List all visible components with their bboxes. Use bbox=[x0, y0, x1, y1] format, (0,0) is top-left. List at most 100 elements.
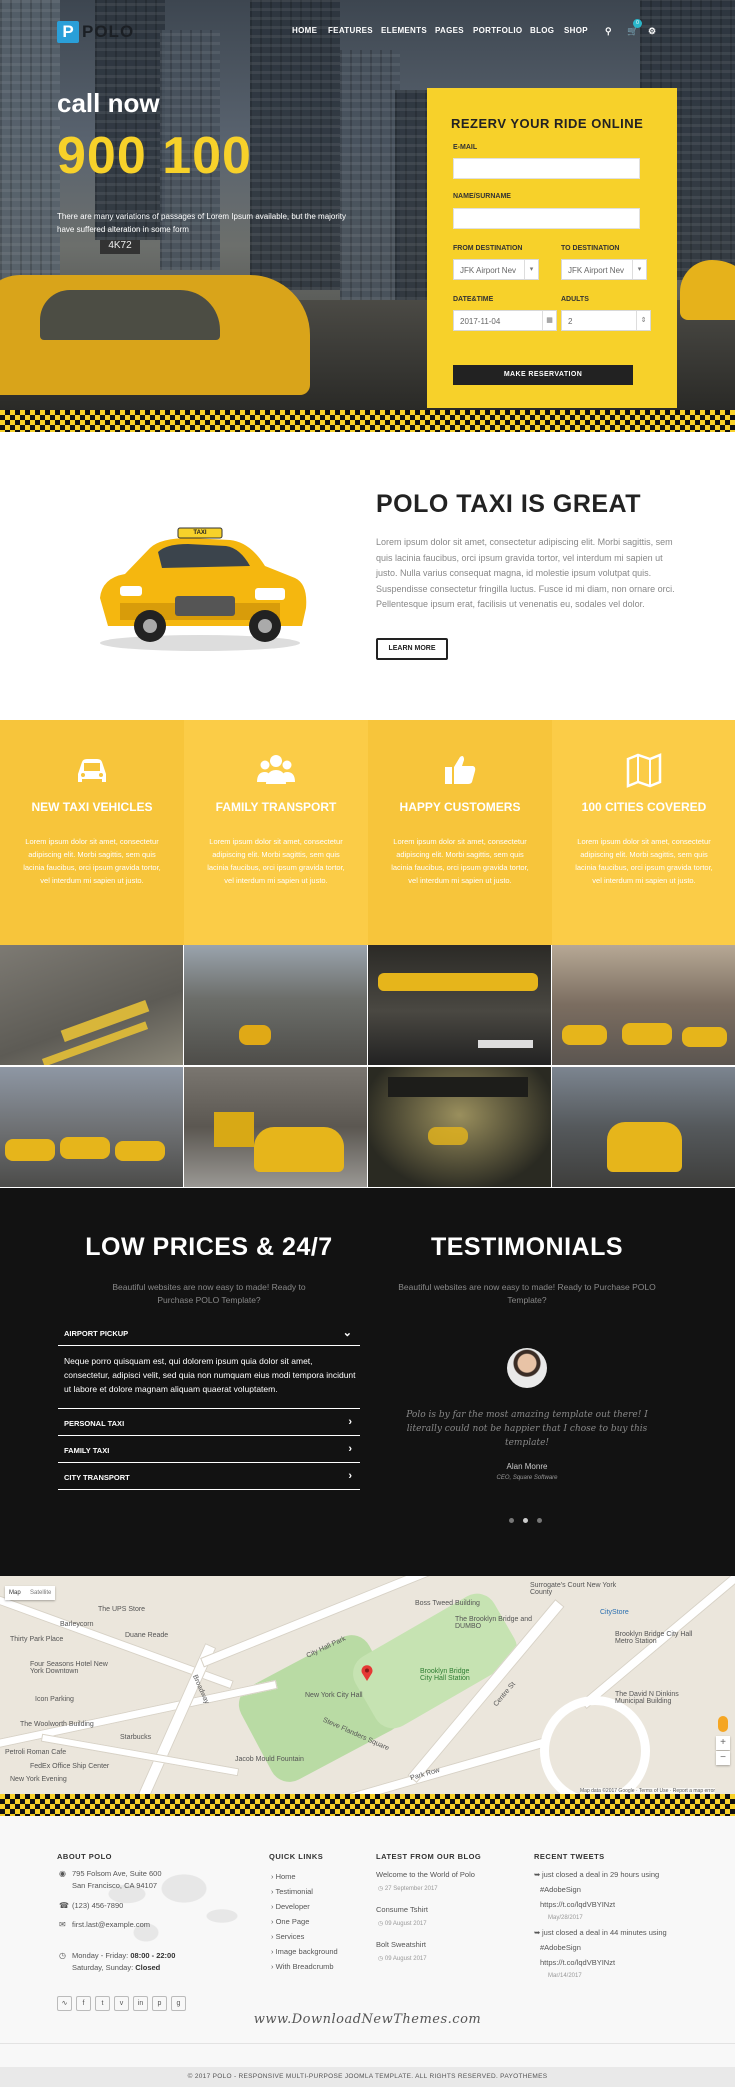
tweet-hashtag[interactable]: #AdobeSign bbox=[540, 1942, 581, 1954]
gallery-photo[interactable] bbox=[368, 945, 551, 1065]
map-label: Starbucks bbox=[120, 1734, 152, 1741]
facebook-icon[interactable]: f bbox=[76, 1996, 91, 2011]
nav-portfolio[interactable]: PORTFOLIO bbox=[473, 26, 522, 35]
nav-shop[interactable]: SHOP bbox=[564, 26, 588, 35]
chevron-down-icon: ▾ bbox=[632, 260, 646, 279]
pinterest-icon[interactable]: p bbox=[152, 1996, 167, 2011]
gallery-photo[interactable] bbox=[184, 945, 367, 1065]
feature-100-cities: 100 CITIES COVERED Lorem ipsum dolor sit… bbox=[552, 720, 735, 945]
chevron-right-icon: › bbox=[348, 1416, 352, 1428]
tweet-link[interactable]: https://t.co/lqdVBYINzt bbox=[540, 1957, 615, 1969]
quick-link[interactable]: › Developer bbox=[271, 1901, 310, 1913]
settings-icon[interactable]: ⚙ bbox=[648, 26, 656, 37]
map-tab-satellite[interactable]: Satellite bbox=[30, 1590, 51, 1596]
map-label: Boss Tweed Building bbox=[415, 1600, 480, 1607]
google-plus-icon[interactable]: g bbox=[171, 1996, 186, 2011]
make-reservation-button[interactable]: MAKE RESERVATION bbox=[453, 365, 633, 385]
zoom-in-button[interactable]: + bbox=[716, 1736, 730, 1750]
feature-title: 100 CITIES COVERED bbox=[581, 800, 707, 814]
accordion-family-taxi[interactable]: FAMILY TAXI › bbox=[58, 1437, 360, 1463]
feature-text: Lorem ipsum dolor sit amet, consectetur … bbox=[207, 837, 345, 885]
quick-link[interactable]: › With Breadcrumb bbox=[271, 1961, 334, 1973]
map-tab-map[interactable]: Map bbox=[9, 1590, 21, 1596]
nav-elements[interactable]: ELEMENTS bbox=[381, 26, 427, 35]
to-value: JFK Airport Nev bbox=[568, 266, 625, 275]
chevron-down-icon: ▾ bbox=[524, 260, 538, 279]
quick-link[interactable]: › Testimonial bbox=[271, 1886, 313, 1898]
blog-post-title[interactable]: Bolt Sweatshirt bbox=[376, 1939, 426, 1951]
email-field[interactable] bbox=[453, 158, 640, 179]
nav-pages[interactable]: PAGES bbox=[435, 26, 464, 35]
map-label: The Brooklyn Bridge and DUMBO bbox=[455, 1616, 533, 1630]
quick-link[interactable]: › Services bbox=[271, 1931, 304, 1943]
map-label: Thirty Park Place bbox=[10, 1636, 64, 1643]
footer-blog-title: LATEST FROM OUR BLOG bbox=[376, 1852, 482, 1861]
footer-email[interactable]: first.last@example.com bbox=[72, 1919, 150, 1931]
map[interactable]: Map Satellite The UPS Store Barleycorn T… bbox=[0, 1576, 735, 1794]
logo-icon[interactable]: P bbox=[57, 21, 79, 43]
learn-more-button[interactable]: LEARN MORE bbox=[376, 638, 448, 660]
email-label: E-MAIL bbox=[453, 144, 478, 151]
tweet-link[interactable]: https://t.co/lqdVBYINzt bbox=[540, 1899, 615, 1911]
car-icon bbox=[72, 750, 112, 790]
nav-blog[interactable]: BLOG bbox=[530, 26, 554, 35]
gallery-photo[interactable] bbox=[552, 1067, 735, 1187]
hero-call-text: call now bbox=[57, 88, 160, 118]
stepper-arrows-icon[interactable]: ⇕ bbox=[636, 311, 650, 330]
from-select[interactable]: JFK Airport Nev ▾ bbox=[453, 259, 539, 280]
reservation-title: REZERV YOUR RIDE ONLINE bbox=[451, 116, 644, 131]
location-icon: ◉ bbox=[59, 1869, 66, 1878]
gallery-photo[interactable] bbox=[552, 945, 735, 1065]
about-text: Lorem ipsum dolor sit amet, consectetur … bbox=[376, 537, 675, 609]
feature-title: NEW TAXI VEHICLES bbox=[31, 800, 153, 814]
accordion-city-transport[interactable]: CITY TRANSPORT › bbox=[58, 1464, 360, 1490]
pegman-icon[interactable] bbox=[718, 1716, 728, 1732]
twitter-icon: ➥ bbox=[534, 1870, 541, 1879]
quick-link[interactable]: › One Page bbox=[271, 1916, 309, 1928]
hero-phone[interactable]: 900 100 bbox=[57, 126, 252, 186]
rss-icon[interactable]: ∿ bbox=[57, 1996, 72, 2011]
checker-divider bbox=[0, 410, 735, 432]
nav-features[interactable]: FEATURES bbox=[328, 26, 373, 35]
blog-post-title[interactable]: Consume Tshirt bbox=[376, 1904, 428, 1916]
twitter-icon[interactable]: t bbox=[95, 1996, 110, 2011]
nav-home[interactable]: HOME bbox=[292, 26, 317, 35]
date-field[interactable]: 2017-11-04 ▦ bbox=[453, 310, 557, 331]
footer-phone[interactable]: (123) 456-7890 bbox=[72, 1900, 123, 1912]
carousel-dot-active[interactable] bbox=[523, 1518, 528, 1523]
blog-post-title[interactable]: Welcome to the World of Polo bbox=[376, 1869, 475, 1881]
chevron-down-icon: ⌄ bbox=[342, 1327, 352, 1339]
accordion-personal-taxi[interactable]: PERSONAL TAXI › bbox=[58, 1410, 360, 1436]
map-marker-icon[interactable] bbox=[361, 1665, 373, 1681]
chevron-right-icon: › bbox=[348, 1470, 352, 1482]
tweet-hashtag[interactable]: #AdobeSign bbox=[540, 1884, 581, 1896]
linkedin-icon[interactable]: in bbox=[133, 1996, 148, 2011]
map-label: New York City Hall bbox=[305, 1692, 363, 1699]
hero-description: There are many variations of passages of… bbox=[57, 212, 347, 234]
quick-link[interactable]: › Image background bbox=[271, 1946, 338, 1958]
adults-stepper[interactable]: 2 ⇕ bbox=[561, 310, 651, 331]
calendar-icon[interactable]: ▦ bbox=[542, 311, 556, 330]
gallery-photo[interactable] bbox=[0, 945, 183, 1065]
feature-new-taxi: NEW TAXI VEHICLES Lorem ipsum dolor sit … bbox=[0, 720, 184, 945]
map-label: New York Evening bbox=[10, 1776, 67, 1783]
carousel-dot[interactable] bbox=[537, 1518, 542, 1523]
prices-title: LOW PRICES & 24/7 bbox=[85, 1233, 333, 1261]
gallery-photo[interactable] bbox=[0, 1067, 183, 1187]
gallery-photo[interactable] bbox=[368, 1067, 551, 1187]
quick-link[interactable]: › Home bbox=[271, 1871, 296, 1883]
vimeo-icon[interactable]: v bbox=[114, 1996, 129, 2011]
footer-hours-weekdays: Monday - Friday: 08:00 - 22:00 bbox=[72, 1951, 176, 1960]
logo-text[interactable]: POLO bbox=[82, 22, 134, 42]
search-icon[interactable]: ⚲ bbox=[605, 26, 612, 37]
to-select[interactable]: JFK Airport Nev ▾ bbox=[561, 259, 647, 280]
carousel-dot[interactable] bbox=[509, 1518, 514, 1523]
date-value: 2017-11-04 bbox=[460, 317, 501, 326]
tweet-text: just closed a deal in 44 minutes using bbox=[542, 1928, 667, 1937]
zoom-out-button[interactable]: − bbox=[716, 1751, 730, 1765]
map-label: Brooklyn Bridge City Hall Station bbox=[420, 1668, 470, 1682]
accordion-airport-pickup[interactable]: AIRPORT PICKUP ⌄ bbox=[58, 1320, 360, 1346]
map-label: Barleycorn bbox=[60, 1621, 94, 1628]
name-field[interactable] bbox=[453, 208, 640, 229]
gallery-photo[interactable] bbox=[184, 1067, 367, 1187]
